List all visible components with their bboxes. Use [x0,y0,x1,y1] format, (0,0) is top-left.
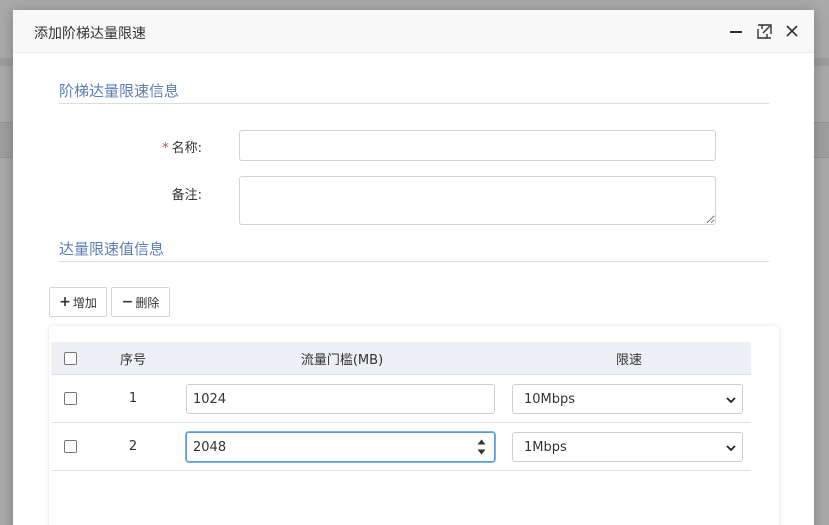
name-field[interactable] [239,130,716,161]
rate-limit-table: 序号 流量门槛(MB) 限速 1 1024 10Mbps 2 2048 1Mbp… [51,342,751,471]
header-limit: 限速 [615,352,642,368]
plus-icon: + [59,294,71,310]
header-select-cell [51,342,89,374]
chevron-down-icon [726,445,736,452]
row-select-cell [51,375,89,422]
delete-button[interactable]: − 删除 [111,287,170,317]
stepper-down-icon[interactable] [477,449,486,455]
add-button-label: 增加 [72,295,97,310]
row-threshold-cell: 1024 [177,375,507,422]
limit-select[interactable]: 10Mbps [512,384,743,414]
delete-button-label: 删除 [135,295,160,310]
section-divider [59,103,769,104]
table-header: 序号 流量门槛(MB) 限速 [51,342,751,375]
row-select-cell [51,423,89,470]
dialog-header: 添加阶梯达量限速 [13,10,814,53]
close-icon[interactable] [784,23,800,39]
number-stepper[interactable] [477,439,486,455]
table-row: 1 1024 10Mbps [51,375,751,423]
row-checkbox[interactable] [63,440,77,453]
threshold-input[interactable]: 1024 [186,384,495,414]
dialog-title: 添加阶梯达量限速 [34,26,146,42]
name-label-text: 名称: [171,141,202,156]
threshold-value: 2048 [193,439,227,455]
threshold-value: 1024 [193,391,227,407]
minus-icon: − [121,294,134,310]
window-controls [728,23,800,39]
select-all-checkbox[interactable] [63,351,77,365]
row-limit-cell: 10Mbps [507,375,751,422]
section-divider [59,261,769,262]
required-marker: * [162,141,169,156]
section-title-values: 达量限速值信息 [59,240,165,258]
row-seq: 2 [128,439,138,454]
row-checkbox[interactable] [63,392,77,405]
table-row: 2 2048 1Mbps [51,423,751,471]
limit-value: 1Mbps [524,439,567,455]
header-threshold: 流量门槛(MB) [300,352,384,368]
row-seq: 1 [128,391,138,406]
threshold-input[interactable]: 2048 [186,432,495,462]
row-limit-cell: 1Mbps [507,423,751,470]
name-label: * 名称: [162,137,202,156]
minimize-icon[interactable] [728,23,744,39]
chevron-down-icon [726,397,736,404]
note-label: 备注: [171,188,202,203]
limit-value: 10Mbps [524,391,576,407]
header-seq: 序号 [119,352,146,368]
stepper-up-icon[interactable] [477,439,486,445]
section-title-info: 阶梯达量限速信息 [59,82,180,100]
row-threshold-cell: 2048 [177,423,507,470]
limit-select[interactable]: 1Mbps [512,432,743,462]
note-field[interactable] [239,176,716,225]
add-button[interactable]: + 增加 [49,287,107,317]
maximize-icon[interactable] [756,23,772,39]
